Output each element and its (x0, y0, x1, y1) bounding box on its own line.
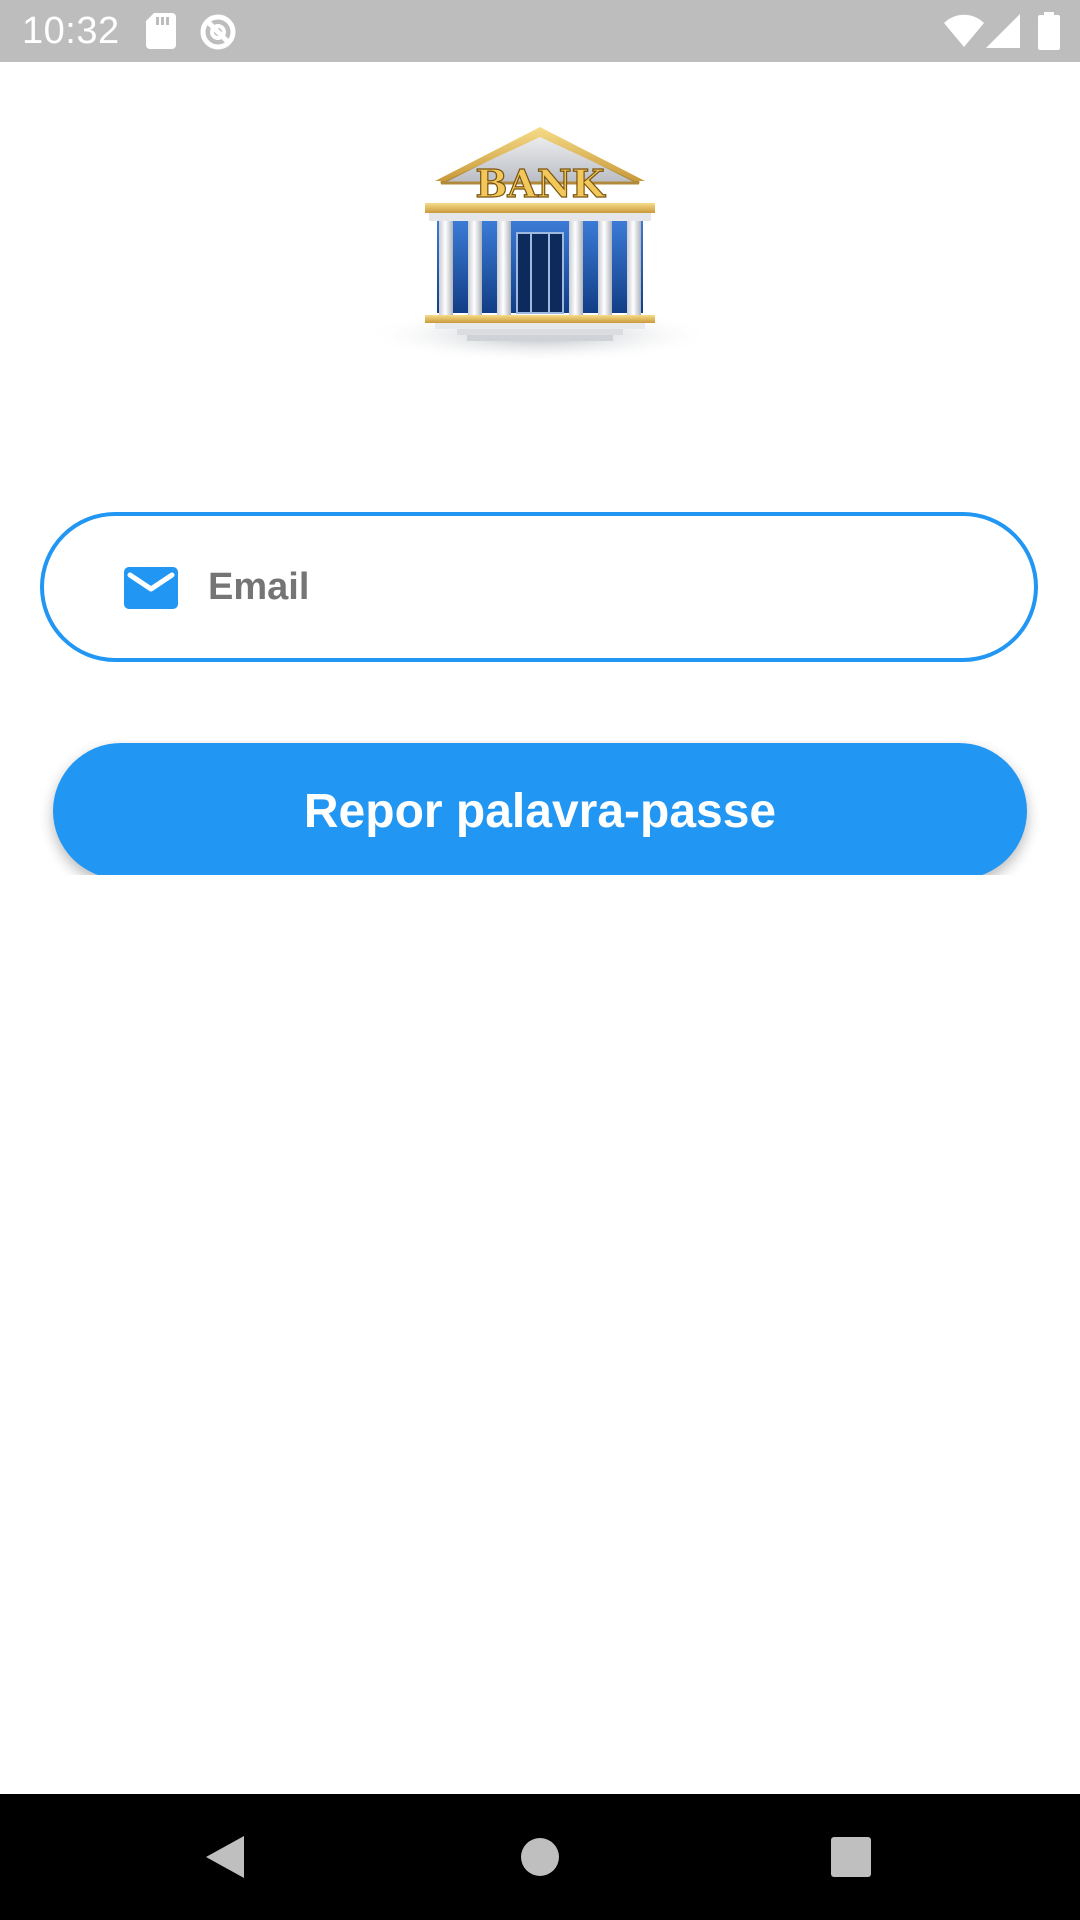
back-icon[interactable] (192, 1824, 258, 1890)
wifi-icon (944, 14, 984, 53)
navigation-bar (0, 1794, 1080, 1920)
sd-card-icon (146, 13, 176, 54)
cell-signal-icon (986, 14, 1020, 53)
bank-sign-text: BANK (475, 161, 606, 206)
forgot-password-screen: 10:32 BANK Email Repor palavra-passe (0, 0, 1080, 1920)
status-time: 10:32 (22, 10, 120, 52)
recents-icon[interactable] (818, 1824, 884, 1890)
reset-password-button[interactable]: Repor palavra-passe (53, 743, 1027, 875)
battery-icon (1038, 12, 1060, 55)
home-icon[interactable] (507, 1824, 573, 1890)
email-field[interactable] (40, 512, 1038, 662)
bank-logo: BANK (365, 125, 715, 365)
mail-icon (124, 567, 178, 609)
email-input[interactable] (208, 554, 968, 620)
no-disturb-icon (199, 13, 237, 56)
status-bar: 10:32 (0, 0, 1080, 62)
reset-button-container: Repor palavra-passe (0, 740, 1080, 875)
